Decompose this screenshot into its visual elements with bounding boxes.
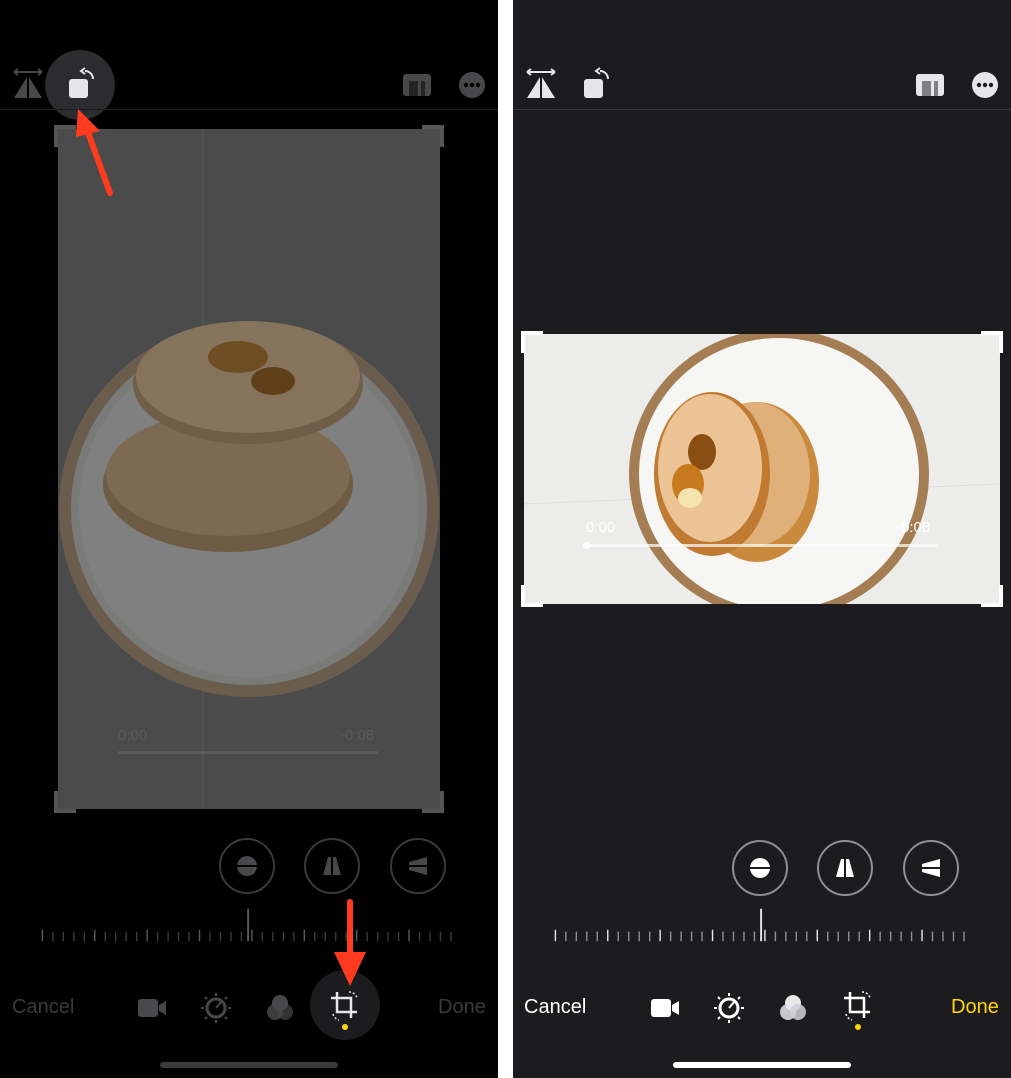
vertical-perspective-button[interactable] — [817, 840, 873, 896]
straighten-button[interactable] — [732, 840, 788, 896]
crop-handle-br[interactable] — [981, 585, 1003, 607]
straighten-button[interactable] — [219, 838, 275, 894]
aspect-ratio-icon[interactable] — [400, 68, 434, 102]
video-time-start: 0:00 — [586, 519, 616, 536]
home-indicator — [673, 1062, 851, 1068]
video-icon[interactable] — [647, 990, 683, 1026]
flip-icon[interactable] — [523, 66, 559, 102]
crop-handle-tr[interactable] — [422, 125, 444, 147]
crop-handle-tr[interactable] — [981, 331, 1003, 353]
crop-active-dot — [342, 1024, 348, 1030]
filters-icon[interactable] — [262, 990, 298, 1026]
video-scrubber[interactable] — [583, 542, 938, 549]
crop-icon[interactable] — [327, 988, 363, 1024]
more-icon[interactable] — [968, 68, 1002, 102]
annotation-arrow-rotate — [76, 109, 113, 196]
crop-handle-tl[interactable] — [521, 331, 543, 353]
rotate-icon[interactable] — [577, 66, 613, 102]
more-icon[interactable] — [455, 68, 489, 102]
video-time-end: -0:08 — [896, 519, 931, 536]
done-button[interactable]: Done — [438, 996, 486, 1019]
photo-preview[interactable]: 0:00 -0:08 — [58, 129, 440, 809]
horizontal-perspective-button[interactable] — [903, 840, 959, 896]
photo-preview[interactable]: 0:00 -0:08 — [524, 334, 1000, 604]
divider — [498, 0, 513, 1078]
right-screenshot: 0:00 -0:08 Cancel Done — [513, 0, 1011, 1078]
crop-icon[interactable] — [840, 988, 876, 1024]
video-icon[interactable] — [134, 990, 170, 1026]
adjust-icon[interactable] — [711, 990, 747, 1026]
done-button[interactable]: Done — [951, 996, 999, 1019]
crop-handle-br[interactable] — [422, 791, 444, 813]
video-scrubber-knob[interactable] — [583, 542, 590, 549]
cancel-button[interactable]: Cancel — [524, 996, 586, 1019]
horizontal-perspective-button[interactable] — [390, 838, 446, 894]
adjust-icon[interactable] — [198, 990, 234, 1026]
rotate-icon[interactable] — [62, 66, 98, 102]
left-screenshot: 0:00 -0:08 Cancel Done — [0, 0, 498, 1078]
crop-handle-bl[interactable] — [521, 585, 543, 607]
flip-icon[interactable] — [10, 66, 46, 102]
vertical-perspective-button[interactable] — [304, 838, 360, 894]
annotation-arrow-crop — [334, 899, 366, 986]
aspect-ratio-icon[interactable] — [913, 68, 947, 102]
adjustment-dial[interactable] — [543, 905, 983, 945]
video-time-end: -0:08 — [340, 727, 375, 744]
filters-icon[interactable] — [775, 990, 811, 1026]
crop-handle-bl[interactable] — [54, 791, 76, 813]
video-time-start: 0:00 — [118, 727, 148, 744]
home-indicator — [160, 1062, 338, 1068]
video-scrubber[interactable] — [118, 751, 378, 754]
cancel-button[interactable]: Cancel — [12, 996, 74, 1019]
crop-active-dot — [855, 1024, 861, 1030]
adjustment-dial[interactable] — [30, 905, 470, 945]
